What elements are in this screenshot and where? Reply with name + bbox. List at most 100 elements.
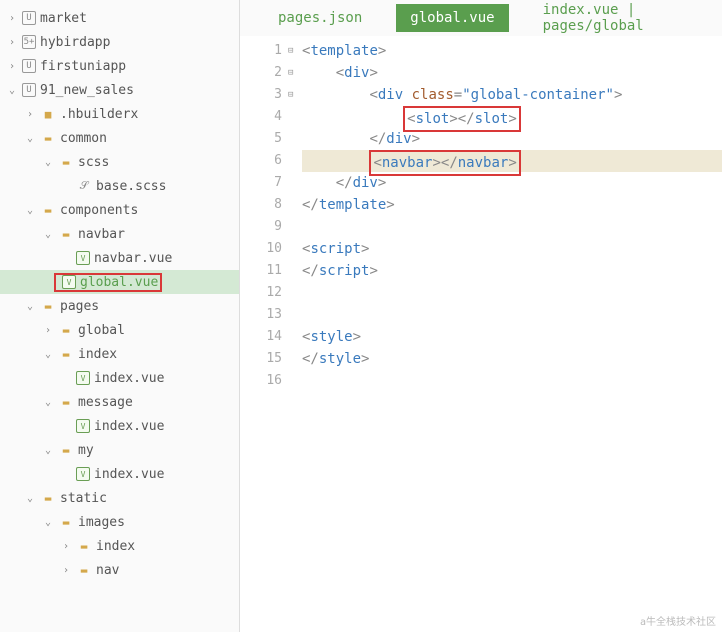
tree-item-91_new_sales[interactable]: ⌄U91_new_sales	[0, 78, 239, 102]
tree-item-components[interactable]: ⌄ ▬ components	[0, 198, 239, 222]
tree-item-navbar[interactable]: ⌄ ▬ navbar	[0, 222, 239, 246]
tree-item-label: .hbuilderx	[60, 107, 138, 122]
tree-item-label: global	[78, 323, 125, 338]
line-number: 2	[240, 62, 282, 84]
code-line: <slot></slot>	[302, 106, 722, 128]
chevron-icon[interactable]: ›	[6, 13, 18, 24]
folder-open-icon: ▬	[40, 490, 56, 506]
chevron-icon[interactable]: ›	[42, 325, 54, 336]
chevron-icon[interactable]: ›	[6, 37, 18, 48]
folder-icon: ■	[40, 106, 56, 122]
vue-icon: V	[76, 251, 90, 265]
tree-item-index-vue[interactable]: Vindex.vue	[0, 462, 239, 486]
highlight-box: <navbar></navbar>	[369, 150, 520, 176]
tree-item--hbuilderx[interactable]: › ■ .hbuilderx	[0, 102, 239, 126]
watermark: a牛全栈技术社区	[640, 613, 716, 628]
tab-pages-json[interactable]: pages.json	[264, 4, 376, 32]
line-number: 11	[240, 260, 282, 282]
tree-item-label: scss	[78, 155, 109, 170]
vue-icon: V	[62, 275, 76, 289]
tree-item-label: my	[78, 443, 94, 458]
tree-item-nav[interactable]: › ▬ nav	[0, 558, 239, 582]
tree-item-label: components	[60, 203, 138, 218]
tree-item-global-vue[interactable]: Vglobal.vue	[0, 270, 239, 294]
tree-item-images[interactable]: ⌄▬images	[0, 510, 239, 534]
tree-item-label: nav	[96, 563, 119, 578]
chevron-icon[interactable]: ⌄	[42, 397, 54, 408]
tree-item-label: base.scss	[96, 179, 166, 194]
file-explorer[interactable]: ›Umarket›5+hybirdapp›Ufirstuniapp⌄U91_ne…	[0, 0, 240, 632]
tree-item-label: index.vue	[94, 467, 164, 482]
tree-item-label: navbar	[78, 227, 125, 242]
tree-item-common[interactable]: ⌄▬common	[0, 126, 239, 150]
tree-item-hybirdapp[interactable]: ›5+hybirdapp	[0, 30, 239, 54]
tree-item-market[interactable]: ›Umarket	[0, 6, 239, 30]
tree-item-message[interactable]: ⌄▬message	[0, 390, 239, 414]
tree-item-scss[interactable]: ⌄▬scss	[0, 150, 239, 174]
line-number: 4	[240, 106, 282, 128]
file-icon: 𝒮	[76, 178, 92, 194]
tree-item-label: index.vue	[94, 419, 164, 434]
chevron-icon[interactable]: ⌄	[42, 445, 54, 456]
tree-item-base-scss[interactable]: 𝒮base.scss	[0, 174, 239, 198]
tree-item-global[interactable]: ›▬global	[0, 318, 239, 342]
tree-item-pages[interactable]: ⌄▬pages	[0, 294, 239, 318]
folder-open-icon: ▬	[40, 202, 56, 218]
chevron-icon[interactable]: ⌄	[42, 349, 54, 360]
fold-marker[interactable]: ⊟	[288, 84, 302, 106]
tree-item-firstuniapp[interactable]: ›Ufirstuniapp	[0, 54, 239, 78]
editor-tabs: pages.jsonglobal.vueindex.vue | pages/gl…	[240, 0, 722, 36]
chevron-icon[interactable]: ›	[60, 541, 72, 552]
line-number: 6	[240, 150, 282, 172]
fold-marker[interactable]: ⊟	[288, 62, 302, 84]
folder-open-icon: ▬	[58, 442, 74, 458]
project-icon: U	[22, 83, 36, 97]
chevron-icon[interactable]: ›	[6, 61, 18, 72]
tree-item-navbar-vue[interactable]: Vnavbar.vue	[0, 246, 239, 270]
tree-item-index[interactable]: ⌄▬index	[0, 342, 239, 366]
line-number: 14	[240, 326, 282, 348]
editor-pane: pages.json global.vue index.vue | pages/gl…	[240, 0, 722, 632]
tree-item-index[interactable]: ›▬index	[0, 534, 239, 558]
code-line-highlighted: <navbar></navbar>	[302, 150, 722, 172]
code-area[interactable]: <template> <div> <div class="global-cont…	[302, 36, 722, 632]
fold-gutter[interactable]: ⊟⊟⊟	[288, 36, 302, 632]
chevron-icon[interactable]: ⌄	[24, 205, 36, 216]
tree-item-index-vue[interactable]: Vindex.vue	[0, 366, 239, 390]
chevron-icon[interactable]: ›	[24, 109, 36, 120]
folder-open-icon: ▬	[58, 514, 74, 530]
folder-open-icon: ▬	[58, 346, 74, 362]
code-editor[interactable]: 12345678910111213141516 ⊟⊟⊟ <template> <…	[240, 36, 722, 632]
vue-icon: V	[76, 467, 90, 481]
vue-icon: V	[76, 371, 90, 385]
line-number: 12	[240, 282, 282, 304]
chevron-icon[interactable]: ⌄	[24, 133, 36, 144]
chevron-icon[interactable]: ⌄	[24, 301, 36, 312]
vue-icon: V	[76, 419, 90, 433]
tree-item-label: index.vue	[94, 371, 164, 386]
project-icon: U	[22, 11, 36, 25]
chevron-icon[interactable]: ⌄	[24, 493, 36, 504]
folder-open-icon: ▬	[58, 226, 74, 242]
highlight-box: Vglobal.vue	[54, 273, 162, 292]
folder-open-icon: ▬	[76, 562, 92, 578]
code-line: </template>	[302, 194, 722, 216]
fold-marker[interactable]: ⊟	[288, 40, 302, 62]
code-line: <style>	[302, 326, 722, 348]
tab-global-vue[interactable]: global.vue	[396, 4, 508, 32]
line-number: 13	[240, 304, 282, 326]
code-line: <template>	[302, 40, 722, 62]
line-number: 3	[240, 84, 282, 106]
tree-item-my[interactable]: ⌄ ▬ my	[0, 438, 239, 462]
code-line: <div class="global-container">	[302, 84, 722, 106]
chevron-icon[interactable]: ⌄	[42, 229, 54, 240]
chevron-icon[interactable]: ⌄	[42, 517, 54, 528]
tab-index-vue-pages-global[interactable]: index.vue | pages/global	[529, 0, 722, 40]
chevron-icon[interactable]: ›	[60, 565, 72, 576]
chevron-icon[interactable]: ⌄	[42, 157, 54, 168]
tree-item-index-vue[interactable]: Vindex.vue	[0, 414, 239, 438]
code-line	[302, 370, 722, 392]
chevron-icon[interactable]: ⌄	[6, 85, 18, 96]
line-number: 5	[240, 128, 282, 150]
tree-item-static[interactable]: ⌄▬static	[0, 486, 239, 510]
